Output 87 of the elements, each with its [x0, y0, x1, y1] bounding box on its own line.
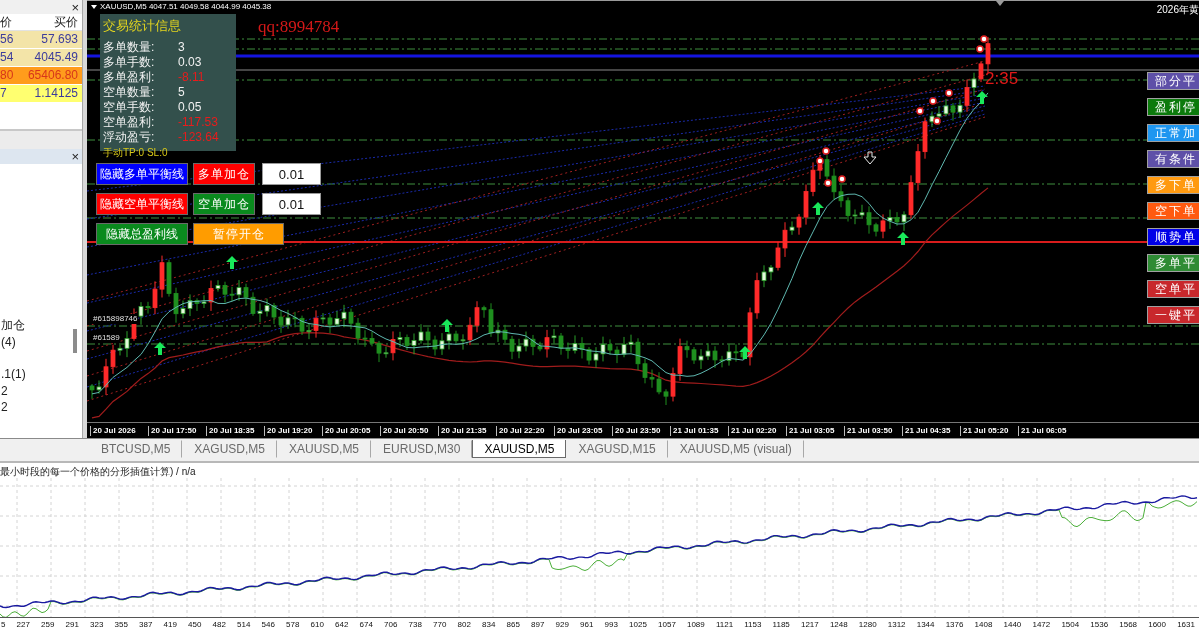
axis-label: 450: [188, 620, 202, 631]
axis-label: 929: [555, 620, 569, 631]
price-cell: 7: [0, 86, 7, 101]
axis-label: 21 Jul 02:20: [728, 426, 786, 436]
column-header: 价: [0, 15, 12, 29]
axis-label: 514: [237, 620, 251, 631]
axis-label: 546: [261, 620, 275, 631]
axis-label: 259: [41, 620, 55, 631]
axis-label: 1408: [974, 620, 993, 631]
navigator-item[interactable]: 加仓: [0, 318, 25, 335]
panel-splitter[interactable]: [0, 129, 82, 149]
axis-label: 770: [433, 620, 447, 631]
axis-label: 1312: [887, 620, 906, 631]
axis-label: 291: [65, 620, 79, 631]
quote-row[interactable]: 56 57.693: [0, 31, 82, 48]
axis-label: 1089: [686, 620, 705, 631]
axis-label: 1121: [715, 620, 734, 631]
axis-label: 21 Jul 01:35: [670, 426, 728, 436]
axis-label: 1057: [658, 620, 676, 631]
column-header: 买价: [54, 15, 78, 29]
axis-label: 21 Jul 05:20: [960, 426, 1018, 436]
axis-label: 419: [163, 620, 177, 631]
axis-label: 1153: [744, 620, 762, 631]
quote-row[interactable]: 7 1.14125: [0, 85, 82, 102]
axis-label: 1504: [1061, 620, 1080, 631]
navigator-item[interactable]: 2: [0, 383, 8, 401]
axis-label: 20 Jul 20:05: [322, 426, 380, 436]
price-cell: 65406.80: [27, 68, 78, 83]
quote-row[interactable]: 54 4045.49: [0, 49, 82, 66]
axis-label: 1536: [1090, 620, 1109, 631]
axis-label: 482: [212, 620, 226, 631]
price-cell: 56: [0, 32, 14, 47]
graph-caption: 最小时段的每一个价格的分形插值计算) / n/a: [0, 466, 196, 478]
axis-label: 20 Jul 23:50: [612, 426, 670, 436]
axis-label: 993: [604, 620, 618, 631]
price-cell: 1.14125: [34, 86, 78, 101]
axis-label: 20 Jul 23:05: [554, 426, 612, 436]
close-button[interactable]: ×: [68, 150, 82, 163]
axis-label: 387: [139, 620, 153, 631]
axis-label: 1376: [945, 620, 964, 631]
scrollbar-thumb[interactable]: [73, 329, 77, 353]
axis-label: 706: [384, 620, 398, 631]
price-cell: 80: [0, 68, 14, 83]
axis-label: 578: [286, 620, 300, 631]
chart-tab[interactable]: XAUUSD,M5: [472, 440, 567, 458]
axis-label: 21 Jul 06:05: [1018, 426, 1076, 436]
navigator-item[interactable]: 2: [0, 400, 8, 417]
axis-label: 1568: [1119, 620, 1138, 631]
price-cell: 54: [0, 50, 14, 65]
price-cell: 4045.49: [34, 50, 78, 65]
axis-label: 1280: [858, 620, 877, 631]
axis-label: 20 Jul 18:35: [206, 426, 264, 436]
axis-label: 21 Jul 03:50: [844, 426, 902, 436]
axis-label: 834: [482, 620, 496, 631]
axis-label: 21 Jul 03:05: [786, 426, 844, 436]
axis-label: 1025: [629, 620, 647, 631]
axis-label: 865: [506, 620, 520, 631]
axis-label: 323: [90, 620, 104, 631]
axis-label: 21 Jul 04:35: [902, 426, 960, 436]
axis-label: 1440: [1003, 620, 1022, 631]
axis-label: 674: [359, 620, 373, 631]
axis-label: 20 Jul 2026: [90, 426, 148, 436]
axis-label: 5: [1, 620, 6, 631]
axis-label: 610: [310, 620, 324, 631]
axis-label: 1344: [916, 620, 935, 631]
axis-label: 1248: [829, 620, 848, 631]
axis-label: 355: [114, 620, 128, 631]
axis-label: 1217: [800, 620, 819, 631]
axis-label: 1472: [1032, 620, 1051, 631]
axis-label: 227: [16, 620, 30, 631]
axis-label: 20 Jul 22:20: [496, 426, 554, 436]
axis-label: 1631: [1177, 620, 1195, 631]
axis-label: 802: [457, 620, 471, 631]
axis-label: 20 Jul 17:50: [148, 426, 206, 436]
close-button[interactable]: ×: [68, 0, 82, 14]
axis-label: 1600: [1148, 620, 1166, 631]
axis-label: 897: [531, 620, 545, 631]
axis-label: 20 Jul 19:20: [264, 426, 322, 436]
axis-label: 20 Jul 20:50: [380, 426, 438, 436]
navigator-item[interactable]: (4): [0, 334, 16, 352]
price-cell: 57.693: [41, 32, 78, 47]
axis-label: 961: [580, 620, 594, 631]
axis-label: 642: [335, 620, 349, 631]
axis-label: 20 Jul 21:35: [438, 426, 496, 436]
navigator-item[interactable]: .1(1): [0, 367, 26, 384]
axis-label: 738: [408, 620, 422, 631]
axis-label: 1185: [772, 620, 790, 631]
